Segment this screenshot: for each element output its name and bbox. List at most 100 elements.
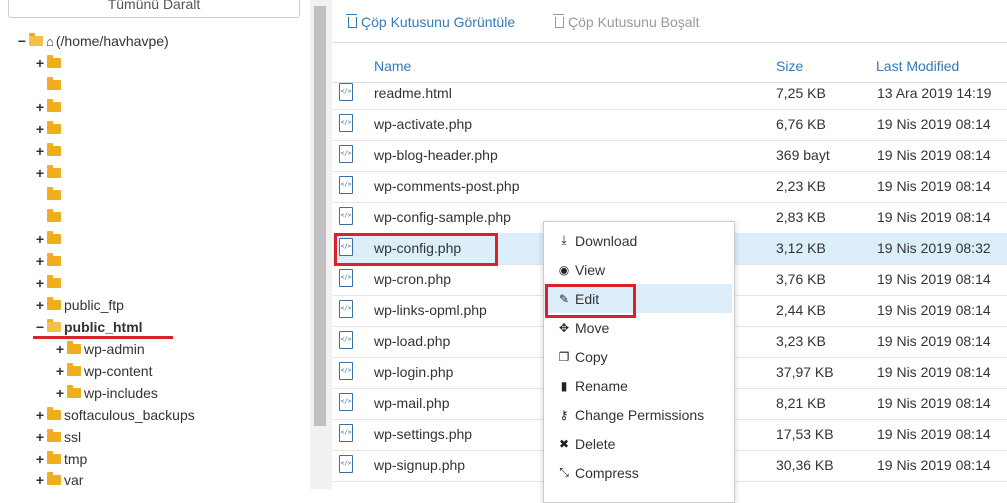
expand-toggle-icon[interactable]: + xyxy=(55,385,65,401)
expand-toggle-icon[interactable]: + xyxy=(55,341,65,357)
tree-item-wp-admin[interactable]: + wp-admin xyxy=(55,338,145,360)
expand-toggle-icon[interactable]: + xyxy=(35,55,45,71)
file-name: wp-blog-header.php xyxy=(374,147,498,163)
tree-item-label: public_ftp xyxy=(64,297,124,313)
collapse-all-button[interactable]: Tümünü Daralt xyxy=(8,0,300,18)
expand-toggle-icon[interactable]: + xyxy=(35,451,45,467)
file-size: 30,36 KB xyxy=(776,457,834,473)
folder-icon xyxy=(47,297,61,310)
tree-item[interactable]: + xyxy=(35,52,64,74)
folder-icon xyxy=(47,143,61,156)
table-row[interactable]: readme.html 7,25 KB 13 Ara 2019 14:19 xyxy=(333,78,1007,110)
tree-item[interactable]: + xyxy=(35,96,64,118)
code-file-icon xyxy=(339,300,353,318)
code-file-icon xyxy=(339,269,353,287)
compress-icon: ⤡ xyxy=(559,465,569,479)
tree-item[interactable]: + xyxy=(35,250,64,272)
table-row[interactable]: wp-comments-post.php 2,23 KB 19 Nis 2019… xyxy=(333,171,1007,203)
folder-icon xyxy=(47,77,61,90)
close-icon: ✖ xyxy=(558,436,570,451)
column-header-size[interactable]: Size xyxy=(776,58,803,74)
file-name: wp-mail.php xyxy=(374,395,450,411)
expand-toggle-icon[interactable]: + xyxy=(35,253,45,269)
file-modified: 19 Nis 2019 08:14 xyxy=(877,457,991,473)
tree-item-var[interactable]: + var xyxy=(35,469,83,491)
file-size: 37,97 KB xyxy=(776,364,834,380)
menu-item-delete[interactable]: ✖ Delete xyxy=(544,429,732,458)
menu-item-label: Copy xyxy=(575,348,608,365)
view-trash-label: Çöp Kutusunu Görüntüle xyxy=(361,14,516,30)
menu-item-rename[interactable]: ▮ Rename xyxy=(544,371,732,400)
collapse-toggle-icon[interactable]: − xyxy=(17,33,27,49)
file-size: 3,23 KB xyxy=(776,333,826,349)
eye-icon: ◉ xyxy=(558,262,570,277)
expand-toggle-icon[interactable]: + xyxy=(35,121,45,137)
tree-item[interactable] xyxy=(47,74,64,96)
file-name: readme.html xyxy=(374,85,452,101)
tree-item[interactable]: + xyxy=(35,228,64,250)
file-size: 6,76 KB xyxy=(776,116,826,132)
tree-item[interactable] xyxy=(47,206,64,228)
expand-toggle-icon[interactable]: + xyxy=(35,407,45,423)
expand-toggle-icon[interactable]: + xyxy=(35,231,45,247)
tree-item-ssl[interactable]: + ssl xyxy=(35,426,81,448)
tree-root[interactable]: − ⌂ (/home/havhavpe) xyxy=(17,30,169,52)
code-file-icon xyxy=(339,176,353,194)
tree-item-public-html[interactable]: − public_html xyxy=(35,316,143,338)
menu-item-compress[interactable]: ⤡ Compress xyxy=(544,458,732,487)
empty-trash-button[interactable]: Çöp Kutusunu Boşalt xyxy=(553,13,700,30)
folder-icon xyxy=(47,451,61,464)
expand-toggle-icon[interactable]: + xyxy=(35,429,45,445)
tree-item[interactable]: + xyxy=(35,272,64,294)
tree-item[interactable]: + xyxy=(35,118,64,140)
tree-item-public-ftp[interactable]: + public_ftp xyxy=(35,294,124,316)
menu-item-label: Compress xyxy=(575,464,639,481)
tree-item-tmp[interactable]: + tmp xyxy=(35,448,87,470)
file-name: wp-settings.php xyxy=(374,426,473,442)
menu-item-copy[interactable]: ❐ Copy xyxy=(544,342,732,371)
menu-item-change-permissions[interactable]: ⚷ Change Permissions xyxy=(544,400,732,429)
expand-toggle-icon[interactable]: + xyxy=(35,99,45,115)
table-row[interactable]: wp-blog-header.php 369 bayt 19 Nis 2019 … xyxy=(333,140,1007,172)
tree-item[interactable] xyxy=(47,184,64,206)
menu-item-label: View xyxy=(575,261,606,278)
menu-item-view[interactable]: ◉ View xyxy=(544,255,732,284)
code-file-icon xyxy=(339,455,353,473)
table-row[interactable]: wp-activate.php 6,76 KB 19 Nis 2019 08:1… xyxy=(333,109,1007,141)
folder-icon xyxy=(67,341,81,354)
file-name: wp-load.php xyxy=(374,333,451,349)
tree-item[interactable]: + xyxy=(35,162,64,184)
menu-item-download[interactable]: ⤓ Download xyxy=(544,226,732,255)
tree-item-wp-content[interactable]: + wp-content xyxy=(55,360,152,382)
tree-item-wp-includes[interactable]: + wp-includes xyxy=(55,382,158,404)
column-header-modified[interactable]: Last Modified xyxy=(876,58,959,74)
folder-icon xyxy=(47,187,61,200)
file-size: 3,12 KB xyxy=(776,240,826,256)
expand-toggle-icon[interactable]: + xyxy=(35,143,45,159)
file-size: 2,83 KB xyxy=(776,209,826,225)
file-size: 2,23 KB xyxy=(776,178,826,194)
expand-toggle-icon[interactable]: + xyxy=(35,275,45,291)
tree-item-label: wp-content xyxy=(84,363,153,379)
expand-toggle-icon[interactable]: + xyxy=(35,165,45,181)
file-size: 2,44 KB xyxy=(776,302,826,318)
file-size: 7,25 KB xyxy=(776,85,826,101)
tree-item[interactable]: + xyxy=(35,140,64,162)
expand-toggle-icon[interactable]: + xyxy=(35,297,45,313)
column-header-name[interactable]: Name xyxy=(374,58,411,74)
folder-open-icon xyxy=(47,319,61,332)
view-trash-button[interactable]: Çöp Kutusunu Görüntüle xyxy=(346,13,516,30)
context-menu: ⤓ Download ◉ View ✎ Edit ✥ Move ❐ Copy ▮… xyxy=(543,221,735,503)
tree-item-softaculous-backups[interactable]: + softaculous_backups xyxy=(35,404,195,426)
file-size: 17,53 KB xyxy=(776,426,834,442)
folder-icon xyxy=(47,99,61,112)
trash-icon xyxy=(553,13,564,28)
code-file-icon xyxy=(339,83,353,101)
collapse-toggle-icon[interactable]: − xyxy=(35,319,45,335)
expand-toggle-icon[interactable]: + xyxy=(35,472,45,488)
expand-toggle-icon[interactable]: + xyxy=(55,363,65,379)
folder-icon xyxy=(47,55,61,68)
code-file-icon xyxy=(339,424,353,442)
tree-scrollbar-thumb[interactable] xyxy=(314,6,326,426)
folder-icon xyxy=(47,231,61,244)
